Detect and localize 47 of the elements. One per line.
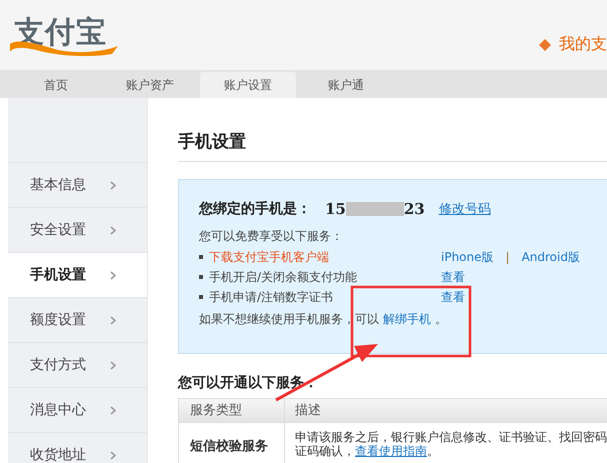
sidebar-item[interactable]: 收货地址: [8, 433, 147, 463]
redaction-block: [346, 202, 404, 216]
nav-tab[interactable]: 账户通: [302, 72, 390, 98]
service-text: 手机申请/注销数字证书: [209, 289, 334, 305]
bullet-icon: [199, 275, 203, 279]
chevron-right-icon: [110, 316, 116, 324]
bullet-icon: [199, 255, 203, 259]
nav-tab[interactable]: 账户设置: [200, 72, 296, 98]
diamond-icon: [539, 38, 551, 50]
phone-label: 您绑定的手机是：: [199, 200, 311, 218]
sidebar-item[interactable]: 基本信息: [8, 163, 147, 208]
download-link[interactable]: 下载支付宝手机客户端: [209, 249, 329, 265]
service-link[interactable]: iPhone版: [441, 249, 494, 265]
service-link[interactable]: Android版: [522, 249, 580, 265]
chevron-right-icon: [110, 360, 116, 370]
chevron-right-icon: [110, 270, 116, 280]
column-header: 服务类型: [179, 399, 285, 422]
sidebar-item[interactable]: 手机设置: [8, 253, 147, 298]
description-text: 申请该服务之后，银行账户信息修改、证书验证、找回密码: [295, 430, 607, 444]
phone-number-start: 15: [325, 200, 346, 218]
unbind-link[interactable]: 解绑手机: [383, 311, 431, 328]
guide-link[interactable]: 查看使用指南: [355, 444, 427, 458]
change-number-link[interactable]: 修改号码: [438, 200, 491, 218]
unbind-text: 如果不想继续使用手机服务，可以: [199, 311, 379, 328]
phone-number-end: 23: [404, 200, 425, 218]
period-text: 。: [435, 311, 447, 328]
bullet-icon: [199, 295, 203, 299]
sidebar-item[interactable]: 额度设置: [8, 298, 147, 343]
period-text: 。: [427, 444, 439, 458]
service-link[interactable]: 查看: [441, 269, 465, 285]
nav-tab[interactable]: 首页: [12, 72, 100, 98]
chevron-right-icon: [110, 180, 116, 190]
sidebar-item[interactable]: 消息中心: [8, 388, 147, 433]
nav-tab[interactable]: 账户资产: [106, 72, 194, 98]
table-cell: 短信校验服务: [179, 423, 285, 463]
sidebar-item[interactable]: 支付方式: [8, 343, 147, 388]
service-link[interactable]: 查看: [441, 289, 465, 305]
chevron-right-icon: [110, 450, 116, 460]
chevron-right-icon: [110, 226, 116, 234]
separator: |: [506, 249, 510, 265]
service-text: 手机开启/关闭余额支付功能: [209, 269, 358, 285]
intro-text: 您可以免费享受以下服务：: [199, 228, 344, 245]
page-title: 手机设置: [178, 98, 607, 162]
column-header: 描述: [294, 402, 322, 420]
my-account-link[interactable]: 我的支: [559, 34, 607, 55]
description-text: 证码确认，: [295, 444, 355, 458]
chevron-right-icon: [110, 406, 116, 414]
